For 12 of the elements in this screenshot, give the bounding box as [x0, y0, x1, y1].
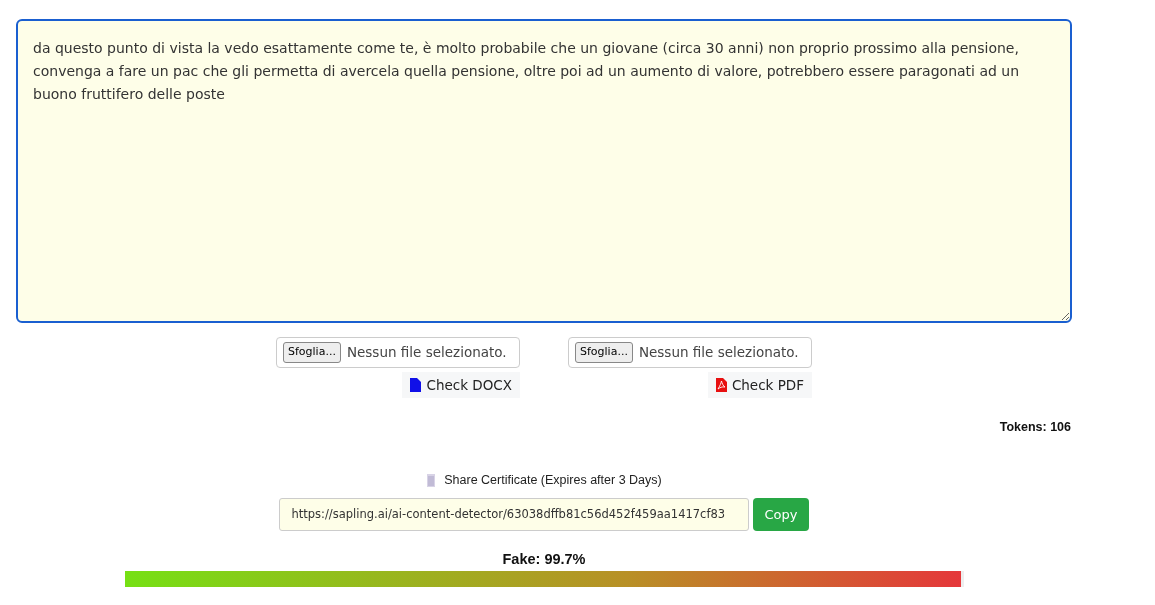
result-label: Fake: 99.7% [502, 549, 586, 569]
text-area[interactable]: da questo punto di vista la vedo esattamente come te, è molto probabile che un giovane (circa 30 anni) non proprio prossimo alla pensione, convenga a fare un pac che gli permetta di avercela quella pensione, oltre poi ad un aumento di valore, potrebbero essere paragonati ad un buono fruttifero delle poste [16, 19, 1072, 323]
share-label: Share Certificate (Expires after 3 Days) [444, 472, 662, 489]
check-button[interactable]: Check DOCX [402, 372, 520, 399]
word-file-icon [410, 378, 422, 393]
token-count: Tokens: 106 [998, 419, 1071, 437]
url-field[interactable]: https://sapling.ai/ai-content-detector/63038dffb81c56d452f459aa1417cf83 [278, 497, 749, 531]
pdf-file-icon [715, 378, 727, 393]
check-button[interactable]: Check PDF [707, 372, 812, 399]
file-input[interactable]: Sfoglia... Nessun file selezionato. [568, 337, 812, 368]
document-icon [426, 473, 437, 487]
file-input[interactable]: Sfoglia... Nessun file selezionato. [276, 337, 520, 368]
